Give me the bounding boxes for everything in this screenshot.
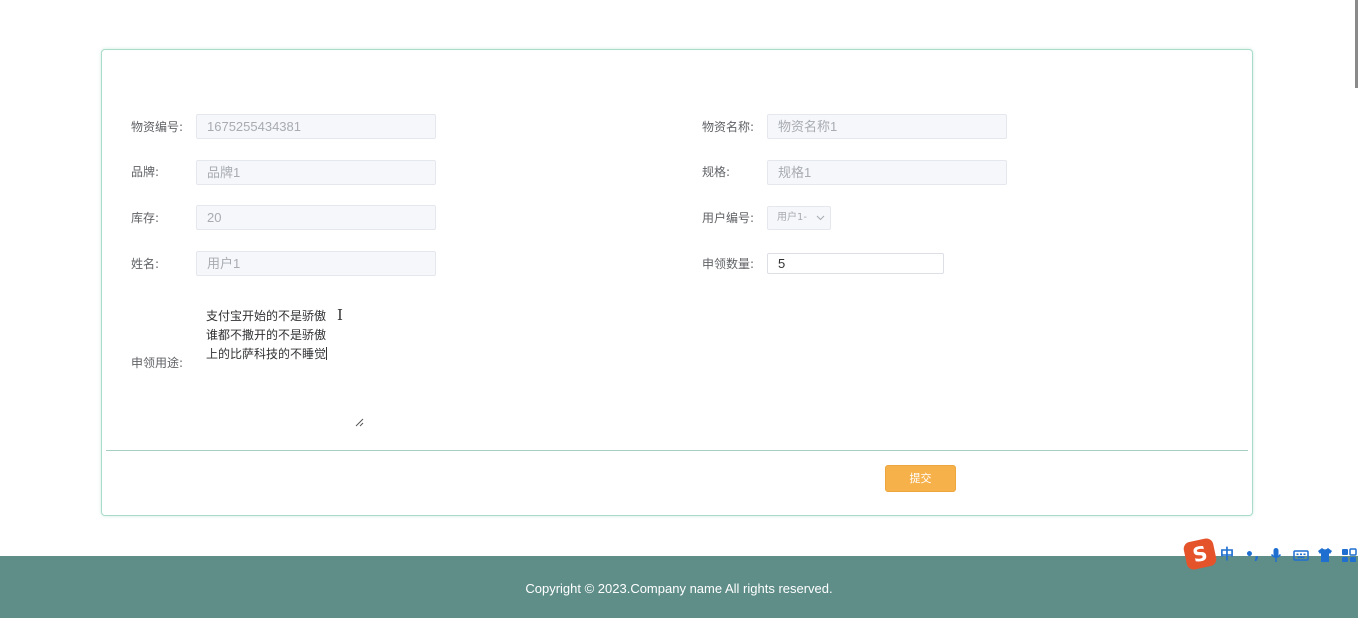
user-no-select[interactable]: 用户1- [767,206,831,230]
skin-icon[interactable] [1317,547,1333,567]
page: 物资编号: 1675255434381 物资名称: 物资名称1 品牌: 品牌1 … [0,0,1358,618]
brand-label: 品牌: [131,165,160,179]
brand-input[interactable]: 品牌1 [196,160,436,185]
resize-handle-icon[interactable] [355,414,364,427]
toolbox-icon[interactable] [1341,547,1357,567]
ibeam-cursor-icon: I [337,306,343,324]
material-no-label: 物资编号: [131,120,184,134]
name-label: 姓名: [131,257,160,271]
user-no-label: 用户编号: [702,211,755,225]
form-divider [106,450,1248,451]
material-name-input[interactable]: 物资名称1 [767,114,1007,139]
user-no-selected-value: 用户1- [777,212,807,223]
copyright-text: Copyright © 2023.Company name All rights… [525,581,833,596]
stock-input[interactable]: 20 [196,205,436,230]
ime-mode-toggle[interactable]: 中 [1220,547,1234,563]
punctuation-toggle[interactable]: •, [1245,547,1259,563]
spec-label: 规格: [702,165,731,179]
purpose-line: 上的比萨科技的不睡觉 [206,347,328,361]
page-footer: Copyright © 2023.Company name All rights… [0,556,1358,618]
apply-qty-label: 申领数量: [702,257,755,271]
microphone-icon[interactable] [1270,547,1282,567]
material-name-label: 物资名称: [702,120,755,134]
name-input[interactable]: 用户1 [196,251,436,276]
stock-label: 库存: [131,211,160,225]
keyboard-icon[interactable] [1293,547,1309,567]
ime-toolbar: S 中 •, [1182,537,1358,571]
submit-button[interactable]: 提交 [885,465,956,492]
spec-input[interactable]: 规格1 [767,160,1007,185]
purpose-line: 谁都不撒开的不是骄傲 [206,328,327,342]
apply-qty-input[interactable]: 5 [767,253,944,274]
purpose-label: 申领用途: [131,356,184,370]
text-caret [326,347,328,360]
sogou-logo-icon[interactable]: S [1182,537,1218,571]
material-no-input[interactable]: 1675255434381 [196,114,436,139]
chevron-down-icon [816,207,825,238]
